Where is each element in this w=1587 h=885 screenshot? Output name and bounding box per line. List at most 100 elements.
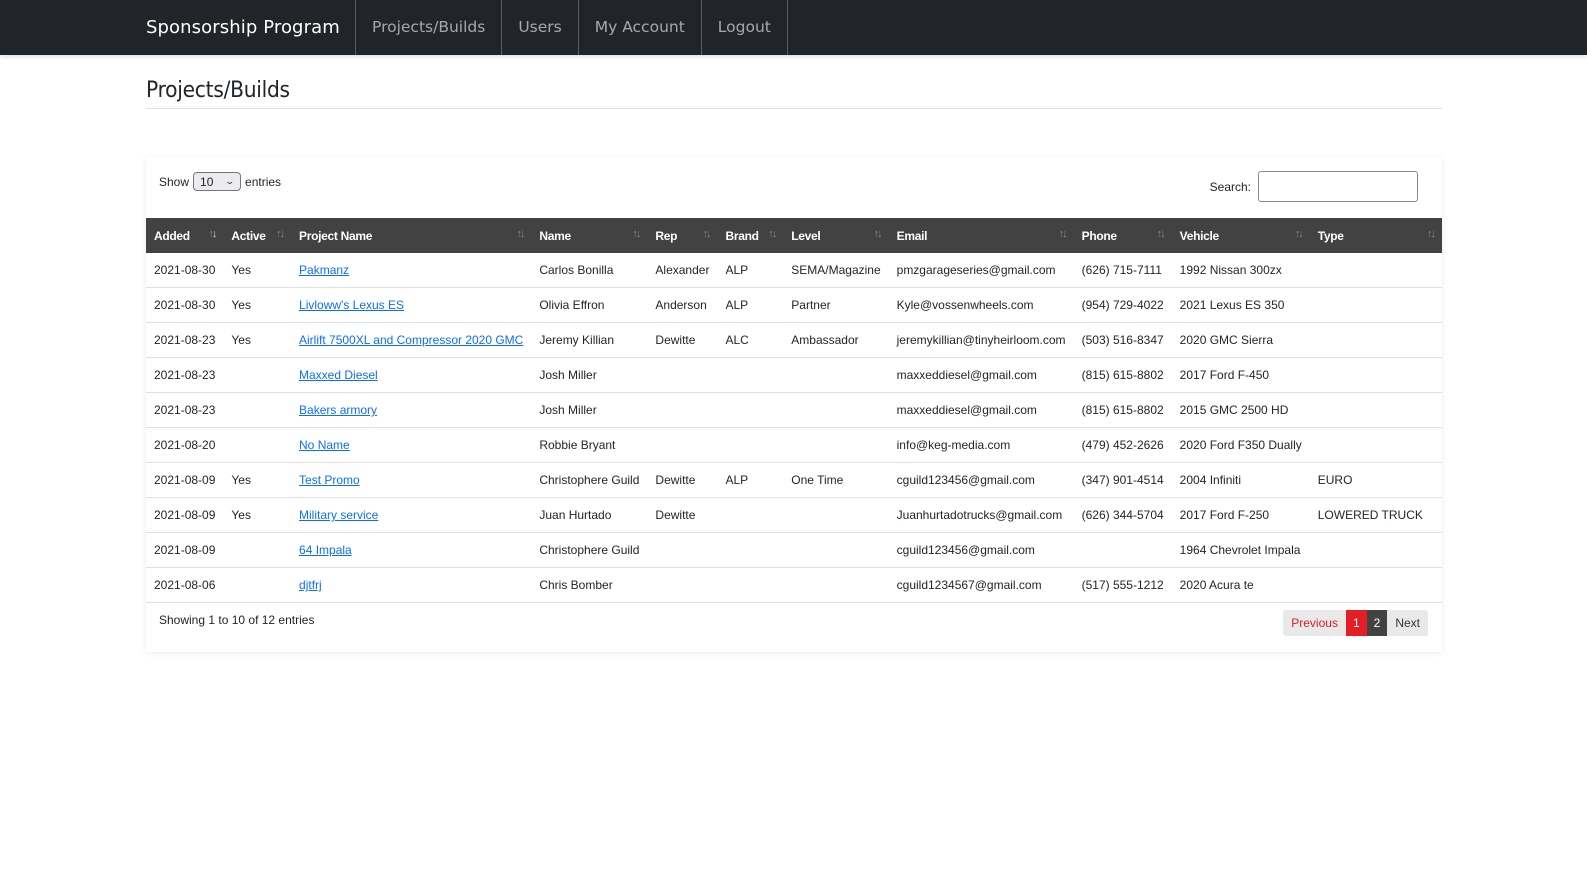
cell-type <box>1309 392 1442 428</box>
table-row: 2021-08-09 Yes Test Promo Christophere Guil… <box>146 462 1442 498</box>
column-header-email[interactable]: Email ↑↓ <box>888 218 1074 253</box>
cell-project: No Name <box>291 427 532 463</box>
table-body: 2021-08-30 Yes Pakmanz Carlos Bonilla Alexan… <box>146 253 1442 603</box>
nav-item-logout[interactable]: Logout <box>702 0 788 55</box>
nav-item-my-account[interactable]: My Account <box>579 0 702 55</box>
project-link[interactable]: djtfrj <box>299 578 322 592</box>
project-link[interactable]: Maxxed Diesel <box>299 368 378 382</box>
table-row: 2021-08-30 Yes Livloww's Lexus ES Olivia Ef… <box>146 287 1442 323</box>
cell-active: Yes <box>223 287 292 323</box>
table-row: 2021-08-23 Bakers armory Josh Miller maxxed… <box>146 392 1442 428</box>
cell-project: Military service <box>291 497 532 533</box>
table-search: Search: <box>1210 171 1418 202</box>
entries-label: entries <box>245 174 282 189</box>
column-label: Rep <box>655 228 678 243</box>
project-link[interactable]: No Name <box>299 438 350 452</box>
cell-name: Chris Bomber <box>531 567 648 603</box>
project-link[interactable]: Airlift 7500XL and Compressor 2020 GMC <box>299 333 523 347</box>
column-header-brand[interactable]: Brand ↑↓ <box>717 218 784 253</box>
main-nav: Projects/Builds Users My Account Logout <box>355 0 788 55</box>
sort-icon: ↑↓ <box>768 228 777 240</box>
cell-active: Yes <box>231 263 251 277</box>
cell-rep <box>647 392 718 428</box>
cell-active <box>223 532 292 568</box>
column-header-added[interactable]: Added ↑↓ <box>146 218 224 253</box>
cell-brand <box>717 392 784 428</box>
cell-vehicle: 2017 Ford F-250 <box>1171 497 1310 533</box>
project-link[interactable]: 64 Impala <box>299 543 352 557</box>
column-header-project-name[interactable]: Project Name ↑↓ <box>291 218 532 253</box>
page-length-control: Show 10 ⌄ entries <box>159 172 281 191</box>
pagination-page-2[interactable]: 2 <box>1366 610 1388 636</box>
cell-type <box>1309 532 1442 568</box>
cell-brand <box>717 567 784 603</box>
cell-rep <box>647 427 718 463</box>
pagination-next[interactable]: Next <box>1387 610 1428 636</box>
cell-type <box>1309 287 1442 323</box>
pagination-previous[interactable]: Previous <box>1283 610 1346 636</box>
cell-added: 2021-08-30 <box>146 287 224 323</box>
column-label: Level <box>791 228 821 243</box>
cell-project: Maxxed Diesel <box>291 357 532 393</box>
cell-phone: (626) 715-7111 <box>1081 263 1162 277</box>
brand-link[interactable]: Sponsorship Program <box>146 0 340 55</box>
sort-icon: ↑↓ <box>1058 228 1068 240</box>
cell-email: Kyle@vossenwheels.com <box>888 287 1074 323</box>
column-header-name[interactable]: Name ↑↓ <box>531 218 648 253</box>
column-header-rep[interactable]: Rep ↑↓ <box>647 218 718 253</box>
cell-email: cguild123456@gmail.com <box>888 532 1074 568</box>
table-row: 2021-08-23 Maxxed Diesel Josh Miller maxxed… <box>146 357 1442 393</box>
sort-icon: ↑↓ <box>1294 228 1304 240</box>
cell-phone: (815) 615-8802 <box>1073 392 1172 428</box>
cell-brand: ALP <box>725 263 749 277</box>
column-header-type[interactable]: Type ↑↓ <box>1309 218 1442 253</box>
search-input[interactable] <box>1258 171 1418 202</box>
page-length-select[interactable]: 10 ⌄ <box>193 172 242 191</box>
nav-item-projects-builds[interactable]: Projects/Builds <box>356 0 503 55</box>
cell-level <box>783 532 889 568</box>
project-link[interactable]: Livloww's Lexus ES <box>299 298 404 312</box>
project-link[interactable]: Bakers armory <box>299 403 377 417</box>
column-label: Name <box>539 228 571 243</box>
cell-added: 2021-08-23 <box>146 322 224 358</box>
column-header-level[interactable]: Level ↑↓ <box>783 218 889 253</box>
column-label: Added <box>154 228 190 243</box>
column-header-phone[interactable]: Phone ↑↓ <box>1073 218 1172 253</box>
cell-active <box>223 567 292 603</box>
cell-vehicle: 2020 Ford F350 Dually <box>1171 427 1310 463</box>
sort-icon: ↑↓ <box>1427 228 1436 240</box>
cell-name: Robbie Bryant <box>531 427 648 463</box>
cell-phone: (503) 516-8347 <box>1073 322 1172 358</box>
cell-rep <box>647 532 718 568</box>
title-divider <box>146 108 1442 109</box>
cell-level <box>783 567 889 603</box>
cell-email: jeremykillian@tinyheirloom.com <box>888 322 1074 358</box>
cell-type <box>1309 427 1442 463</box>
projects-table: Added ↑↓ Active ↑↓ Project Name ↑↓ Name ↑↓ R… <box>146 218 1442 603</box>
cell-vehicle: 2015 GMC 2500 HD <box>1171 392 1310 428</box>
cell-project: djtfrj <box>291 567 532 603</box>
cell-brand <box>717 497 784 533</box>
column-header-active[interactable]: Active ↑↓ <box>223 218 292 253</box>
project-link[interactable]: Test Promo <box>299 473 360 487</box>
cell-active <box>223 427 292 463</box>
cell-brand: ALC <box>717 322 784 358</box>
cell-email: maxxeddiesel@gmail.com <box>888 392 1074 428</box>
cell-rep: Dewitte <box>647 322 718 358</box>
chevron-down-icon: ⌄ <box>224 176 236 186</box>
cell-brand <box>717 427 784 463</box>
cell-type: EURO <box>1309 462 1442 498</box>
project-link[interactable]: Military service <box>299 508 378 522</box>
top-navbar: Sponsorship Program Projects/Builds User… <box>0 0 1587 55</box>
cell-rep <box>647 357 718 393</box>
cell-name: Christophere Guild <box>531 462 648 498</box>
column-header-vehicle[interactable]: Vehicle ↑↓ <box>1171 218 1310 253</box>
cell-type <box>1309 322 1442 358</box>
cell-active <box>223 392 292 428</box>
pagination-page-1[interactable]: 1 <box>1345 610 1367 636</box>
project-link[interactable]: Pakmanz <box>299 263 349 277</box>
cell-rep <box>647 567 718 603</box>
nav-item-users[interactable]: Users <box>502 0 579 55</box>
sort-icon: ↑↓ <box>873 228 883 240</box>
cell-name: Christophere Guild <box>531 532 648 568</box>
